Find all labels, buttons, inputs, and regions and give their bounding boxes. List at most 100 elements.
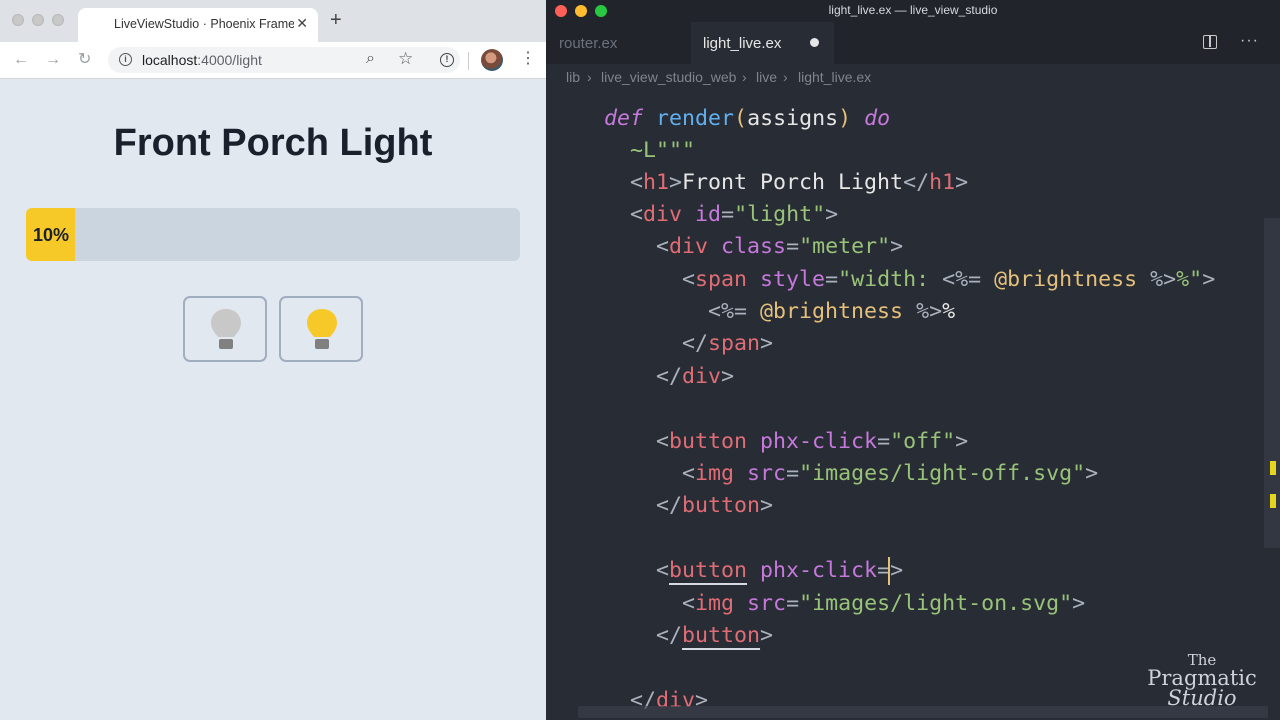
code-token: "meter" [799, 234, 891, 259]
code-line: ~L""" [630, 138, 696, 163]
toolbar-divider [468, 52, 469, 70]
unsaved-dot-icon[interactable] [810, 38, 819, 47]
code-line: <h1>Front Porch Light</h1> [630, 170, 969, 195]
code-token: phx-click [760, 429, 878, 454]
code-token: %> [1150, 267, 1177, 292]
code-line: <div class="meter"> [656, 234, 904, 259]
new-tab-button[interactable]: + [330, 10, 342, 30]
scroll-marker [1270, 461, 1276, 475]
maximize-window-button[interactable] [52, 14, 64, 26]
minimize-window-button[interactable] [32, 14, 44, 26]
code-token: id [695, 202, 722, 227]
light-on-icon [307, 309, 337, 349]
code-token: do [864, 106, 891, 131]
chevron-right-icon: › [742, 69, 747, 85]
code-token: h1 [643, 170, 670, 195]
code-editor-window: light_live.ex — live_view_studio router.… [546, 0, 1280, 720]
split-editor-icon[interactable] [1203, 35, 1217, 49]
code-token: Front Porch Light [682, 170, 904, 195]
brightness-meter: 10% [26, 208, 520, 261]
browser-window: LiveViewStudio · Phoenix Framework ✕ + ←… [0, 0, 546, 720]
scroll-marker [1270, 494, 1276, 508]
code-token: span [695, 267, 748, 292]
code-line: <div id="light"> [630, 202, 839, 227]
browser-tab[interactable]: LiveViewStudio · Phoenix Framework ✕ [78, 8, 318, 42]
code-token: def [604, 106, 644, 131]
code-token: class [721, 234, 787, 259]
close-window-button[interactable] [12, 14, 24, 26]
code-token: button [682, 623, 761, 648]
code-line: <button phx-click=> [656, 558, 904, 583]
more-actions-icon[interactable]: ··· [1240, 32, 1259, 50]
code-token: @brightness [994, 267, 1138, 292]
tab-label: router.ex [559, 35, 618, 52]
code-line: <%= @brightness %>% [708, 296, 955, 328]
forward-icon[interactable]: → [45, 50, 61, 70]
code-token: <%= [708, 299, 748, 324]
code-line: <span style="width: <%= @brightness %>%"… [682, 267, 1216, 292]
code-token: <%= [942, 267, 982, 292]
code-token: div [669, 234, 709, 259]
code-token: button [669, 429, 748, 454]
code-token: style [760, 267, 826, 292]
code-token: ) [838, 106, 852, 131]
code-token: button [682, 493, 761, 518]
chevron-right-icon: › [587, 69, 592, 85]
chevron-right-icon: › [783, 69, 788, 85]
light-off-button[interactable] [183, 296, 267, 362]
tab-light-live-ex[interactable]: light_live.ex [691, 22, 834, 64]
code-line: <button phx-click="off"> [656, 429, 969, 454]
breadcrumb-item[interactable]: live [756, 69, 777, 85]
close-tab-icon[interactable]: ✕ [296, 15, 308, 32]
watermark-pragmatic: Pragmatic [1147, 666, 1257, 690]
watermark-studio: Studio [1167, 686, 1237, 710]
code-line: <img src="images/light-off.svg"> [682, 461, 1099, 486]
profile-avatar[interactable] [481, 49, 503, 71]
code-token: div [682, 364, 722, 389]
code-token: h1 [929, 170, 956, 195]
code-line: def render(assigns) do [604, 103, 890, 135]
text-cursor [888, 557, 890, 585]
code-token: span [708, 331, 761, 356]
code-token: @brightness [760, 299, 904, 324]
code-line: </button> [656, 493, 774, 518]
browser-menu-icon[interactable]: ⋮ [520, 50, 536, 68]
code-token: phx-click [760, 558, 878, 583]
breadcrumb-item[interactable]: live_view_studio_web [601, 69, 736, 85]
code-token: img [695, 461, 735, 486]
url-text: localhost:4000/light [142, 52, 262, 68]
code-token: ( [734, 106, 748, 131]
editor-title-bar: light_live.ex — live_view_studio [546, 0, 1280, 22]
light-on-button[interactable] [279, 296, 363, 362]
breadcrumb-item[interactable]: light_live.ex [798, 69, 871, 85]
zoom-icon[interactable]: ⌕ [366, 50, 375, 68]
code-line: </span> [682, 331, 774, 356]
code-token: render [656, 106, 735, 131]
code-token: % [942, 299, 956, 324]
watermark-logo: The Pragmatic Studio [1142, 652, 1262, 710]
tab-router-ex[interactable]: router.ex [546, 22, 690, 64]
address-bar[interactable]: i localhost:4000/light ⌕ ☆ [108, 47, 460, 73]
code-token: src [747, 591, 787, 616]
browser-tab-title: LiveViewStudio · Phoenix Framework [114, 17, 294, 31]
brightness-value: 10% [32, 225, 70, 245]
code-token: "light" [734, 202, 826, 227]
bookmark-star-icon[interactable]: ☆ [398, 49, 413, 69]
reload-icon[interactable]: ↻ [78, 50, 91, 70]
code-token: src [747, 461, 787, 486]
page-title: Front Porch Light [113, 122, 433, 164]
browser-toolbar: ← → ↻ i localhost:4000/light ⌕ ☆ ! ⋮ [0, 42, 546, 79]
url-path: :4000/light [197, 52, 262, 68]
code-token: assigns [747, 106, 839, 131]
code-token: "width: [838, 267, 943, 292]
code-token: %> [916, 299, 943, 324]
code-line: </button> [656, 623, 774, 648]
code-token: button [669, 558, 748, 583]
url-host: localhost [142, 52, 198, 68]
back-icon[interactable]: ← [13, 50, 29, 70]
extension-icon[interactable]: ! [440, 53, 454, 67]
editor-tab-bar: router.ex light_live.ex ··· [546, 22, 1280, 64]
info-icon[interactable]: i [119, 53, 132, 66]
tab-label: light_live.ex [703, 35, 782, 52]
breadcrumb-item[interactable]: lib [566, 69, 580, 85]
